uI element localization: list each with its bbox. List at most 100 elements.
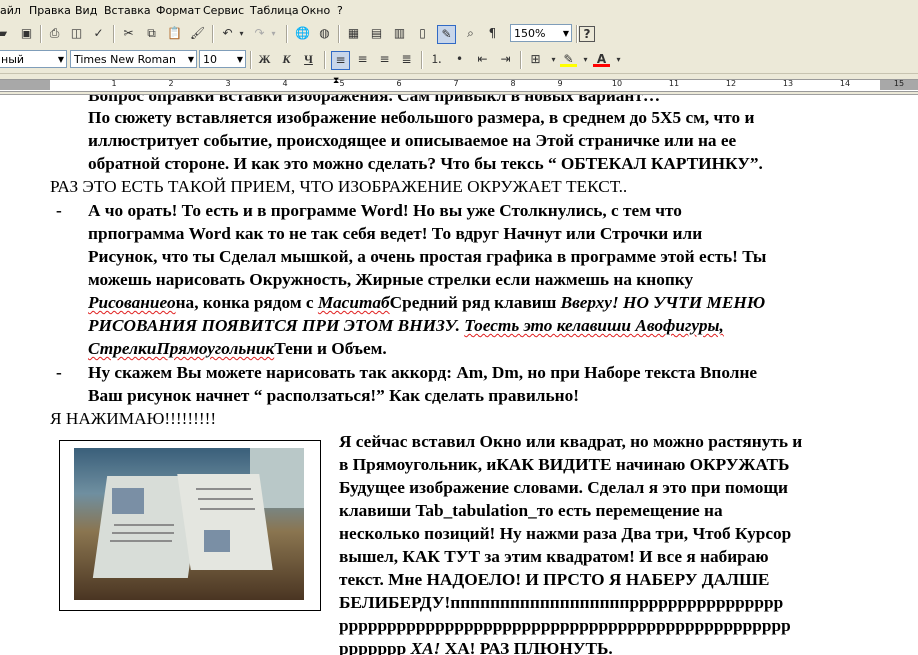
redo-dropdown-icon[interactable]: ▾: [265, 25, 282, 42]
cut-icon[interactable]: ✂: [120, 25, 137, 42]
text-line: А чо орать! То есть и в программе Word! …: [88, 201, 682, 220]
text-line: СтрелкиПрямоугольникТени и Объем.: [88, 339, 387, 359]
photo-text-line: [112, 532, 174, 534]
increase-indent-icon[interactable]: ⇥: [497, 51, 514, 68]
insert-excel-icon[interactable]: ▥: [391, 25, 408, 42]
borders-icon[interactable]: ⊞: [527, 51, 544, 68]
open-icon[interactable]: ▰: [0, 25, 11, 42]
text-run: Вверху! НО УЧТИ МЕНЮ: [560, 293, 766, 312]
save-icon[interactable]: ▣: [18, 25, 35, 42]
help-icon[interactable]: ?: [579, 26, 595, 42]
font-color-icon[interactable]: A: [593, 51, 610, 67]
text-line: несколько позиций! Ну нажми раза Два три…: [339, 524, 792, 543]
ruler-left-margin: [0, 80, 50, 90]
horizontal-ruler[interactable]: ⧗ 1 2 3 4 5 6 7 8 9 10 11 12 13 14 15: [0, 74, 918, 95]
text-line: Вопрос оправки вставки изображения. Сам …: [88, 95, 661, 105]
columns-icon[interactable]: ▯: [414, 25, 431, 42]
menu-insert[interactable]: Вставка: [104, 4, 151, 17]
chevron-down-icon[interactable]: ▾: [577, 51, 594, 68]
text-line: Ваш рисунок начнет “ расползаться!” Как …: [88, 386, 579, 405]
hyperlink-icon[interactable]: 🌐: [294, 25, 311, 42]
text-run: Тени и Объем.: [274, 339, 387, 358]
menu-table[interactable]: Таблица: [250, 4, 299, 17]
decrease-indent-icon[interactable]: ⇤: [474, 51, 491, 68]
show-hide-icon[interactable]: ¶: [484, 25, 501, 42]
text-line: в Прямоугольник, иКАК ВИДИТЕ начинаю ОКР…: [339, 455, 790, 474]
align-left-icon[interactable]: ≡: [331, 51, 350, 70]
text-run: ХА!: [410, 639, 441, 655]
format-painter-icon[interactable]: 🖌: [189, 25, 206, 42]
text-line: рррррррррррррррррррррррррррррррррррррррр…: [339, 616, 791, 635]
document-map-icon[interactable]: ⌕: [462, 25, 479, 42]
font-select[interactable]: Times New Roman ▼: [70, 50, 197, 68]
chevron-down-icon[interactable]: ▼: [237, 51, 243, 69]
document-page[interactable]: Вопрос оправки вставки изображения. Сам …: [0, 95, 918, 655]
image-frame[interactable]: [59, 440, 321, 611]
text-run: Средний ряд клавиш: [389, 293, 561, 312]
zoom-value: 150%: [514, 27, 546, 40]
list-bullet: -: [56, 201, 62, 220]
text-run: Рисованиео: [88, 293, 176, 312]
separator: [576, 25, 578, 43]
text-line: БЕЛИБЕРДУ!ппппппппппппппппппрррррррррррр…: [339, 593, 784, 612]
chevron-down-icon[interactable]: ▾: [610, 51, 627, 68]
zoom-select[interactable]: 150% ▼: [510, 24, 572, 42]
ruler-number: 10: [611, 79, 623, 88]
justify-icon[interactable]: ≣: [398, 51, 415, 68]
ruler-number: 2: [168, 79, 174, 88]
list-bullet: -: [56, 363, 62, 382]
highlight-icon[interactable]: ✎: [560, 51, 577, 67]
separator: [212, 25, 214, 43]
align-right-icon[interactable]: ≡: [376, 51, 393, 68]
style-value: ный: [1, 53, 25, 66]
ruler-number: 4: [282, 79, 288, 88]
chevron-down-icon[interactable]: ▼: [188, 51, 194, 69]
chevron-down-icon[interactable]: ▼: [563, 25, 569, 43]
chevron-down-icon[interactable]: ▼: [58, 51, 64, 69]
style-select[interactable]: ный ▼: [0, 50, 67, 68]
text-line: ррррррр ХА! ХА! РАЗ ПЛЮНУТЬ.: [339, 639, 613, 655]
separator: [113, 25, 115, 43]
separator: [338, 25, 340, 43]
text-run: Маситаб: [317, 293, 390, 312]
drawing-icon[interactable]: ✎: [437, 25, 456, 44]
bold-button[interactable]: Ж: [256, 51, 273, 68]
align-center-icon[interactable]: ≡: [354, 51, 371, 68]
photo-text-line: [196, 488, 251, 490]
italic-button[interactable]: К: [278, 51, 295, 68]
ruler-number: 5: [339, 79, 345, 88]
text-run: РИСОВАНИЯ ПОЯВИТСЯ ПРИ ЭТОМ ВНИЗУ.: [88, 316, 465, 335]
ruler-number: 9: [557, 79, 563, 88]
font-value: Times New Roman: [74, 53, 176, 66]
menu-edit[interactable]: Правка: [29, 4, 71, 17]
separator: [250, 51, 252, 69]
menu-view[interactable]: Вид: [75, 4, 97, 17]
print-preview-icon[interactable]: ◫: [68, 25, 85, 42]
text-line: Я НАЖИМАЮ!!!!!!!!!: [50, 409, 217, 428]
undo-dropdown-icon[interactable]: ▾: [233, 25, 250, 42]
insert-table-icon[interactable]: ▤: [368, 25, 385, 42]
copy-icon[interactable]: ⧉: [143, 25, 160, 42]
ruler-number: 15: [893, 79, 905, 88]
underline-button[interactable]: Ч: [300, 51, 317, 68]
text-line: Я сейчас вставил Окно или квадрат, но мо…: [339, 432, 803, 451]
bullets-icon[interactable]: •: [451, 51, 468, 68]
spelling-icon[interactable]: ✓: [90, 25, 107, 42]
ruler-number: 14: [839, 79, 851, 88]
paste-icon[interactable]: 📋: [166, 25, 183, 42]
tables-borders-icon[interactable]: ▦: [345, 25, 362, 42]
book-photo[interactable]: [74, 448, 304, 600]
menu-file[interactable]: айл: [0, 4, 21, 17]
menu-format[interactable]: Формат: [156, 4, 201, 17]
menu-window[interactable]: Окно: [301, 4, 330, 17]
menu-bar: айл Правка Вид Вставка Формат Сервис Таб…: [0, 0, 918, 22]
formatting-toolbar: ный ▼ Times New Roman ▼ 10 ▼ Ж К Ч ≡ ≡ ≡…: [0, 47, 918, 74]
photo-text-line: [114, 524, 174, 526]
print-icon[interactable]: ⎙: [46, 25, 63, 42]
web-toolbar-icon[interactable]: ◍: [316, 25, 333, 42]
menu-help[interactable]: ?: [337, 4, 343, 17]
font-size-select[interactable]: 10 ▼: [199, 50, 246, 68]
text-line: текст. Мне НАДОЕЛО! И ПРСТО Я НАБЕРУ ДАЛ…: [339, 570, 770, 589]
numbering-icon[interactable]: ⒈: [428, 51, 445, 68]
menu-tools[interactable]: Сервис: [203, 4, 244, 17]
